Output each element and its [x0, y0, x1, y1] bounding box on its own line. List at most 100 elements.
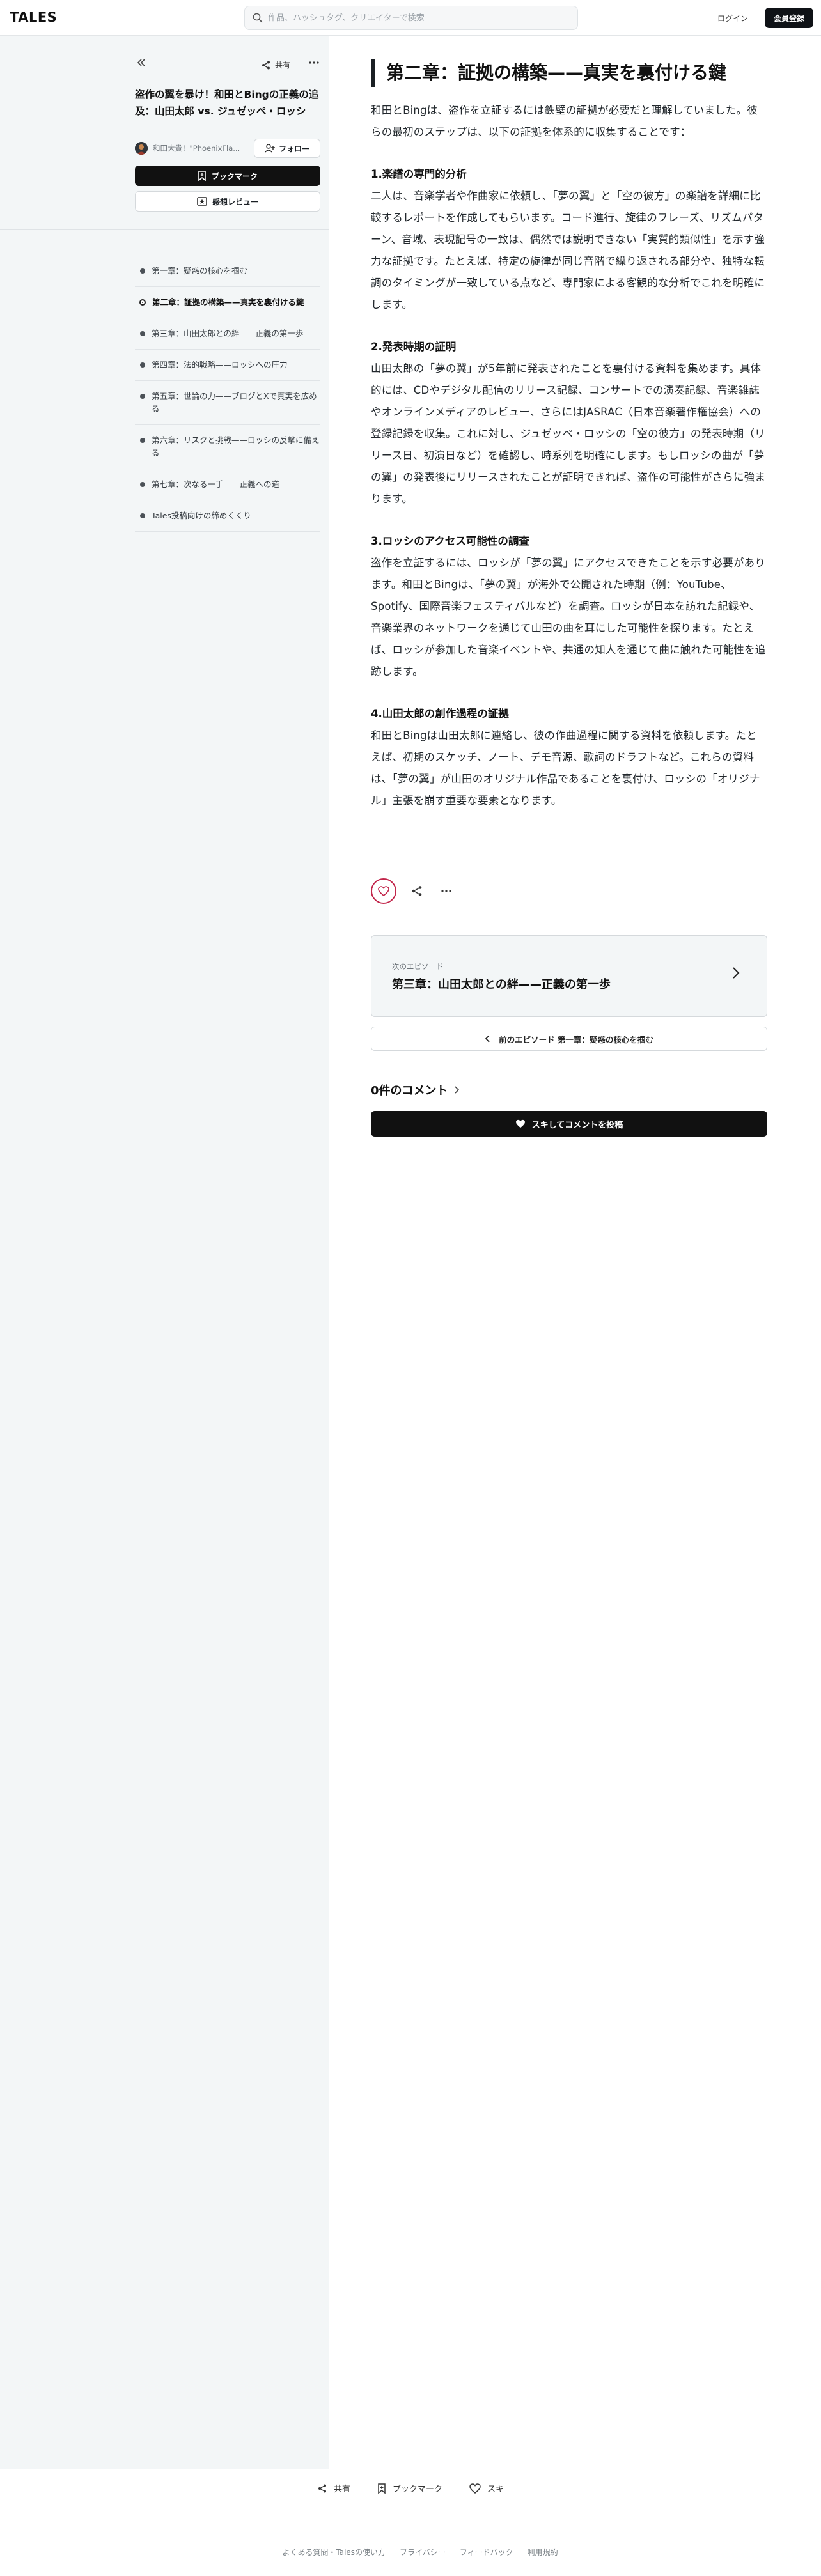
like-and-comment-button[interactable]: スキしてコメントを投稿 [371, 1111, 767, 1137]
follow-button[interactable]: フォロー [254, 139, 320, 158]
next-episode-title: 第三章：山田太郎との絆——正義の第一歩 [392, 978, 611, 991]
chevron-left-icon [485, 1035, 490, 1043]
toc-item-label: 第五章：世論の力——ブログとXで真実を広める [152, 391, 317, 414]
bullet-icon [140, 513, 145, 518]
bullet-icon [140, 331, 145, 336]
toc-item-current[interactable]: 第二章：証拠の構築——真実を裏付ける鍵 [135, 287, 320, 318]
review-icon [197, 197, 207, 206]
comments-heading[interactable]: 0件のコメント [371, 1082, 460, 1098]
section: 2.発表時期の証明 山田太郎の「夢の翼」が5年前に発表されたことを裏付ける資料を… [371, 336, 767, 510]
bottom-like-button[interactable]: スキ [469, 2482, 504, 2494]
toc-item[interactable]: 第四章：法的戦略——ロッシへの圧力 [135, 350, 320, 381]
site-logo[interactable]: TALES [10, 10, 57, 25]
footer-link-terms[interactable]: 利用規約 [528, 2547, 558, 2557]
chapter-title: 第二章：証拠の構築——真実を裏付ける鍵 [371, 59, 767, 87]
bottom-share-label: 共有 [333, 2485, 350, 2494]
next-episode-card[interactable]: 次のエピソード 第三章：山田太郎との絆——正義の第一歩 [371, 935, 767, 1017]
search-box[interactable] [244, 6, 578, 30]
bottom-bookmark-button[interactable]: ブックマーク [377, 2482, 442, 2494]
toc-item[interactable]: 第六章：リスクと挑戦——ロッシの反撃に備える [135, 425, 320, 469]
toc-item-label: 第七章：次なる一手——正義への道 [152, 479, 280, 489]
bullet-icon [140, 394, 145, 399]
more-options-button[interactable] [437, 882, 455, 900]
bookmark-button[interactable]: ブックマーク [135, 166, 320, 186]
section-heading: 4.山田太郎の創作過程の証拠 [371, 708, 509, 720]
episode-list: 第一章：疑惑の核心を掴む 第二章：証拠の構築——真実を裏付ける鍵 第三章：山田太… [135, 256, 320, 532]
intro-paragraph: 和田とBingは、盗作を立証するには鉄壁の証拠が必要だと理解していました。彼らの… [371, 104, 758, 138]
share-button[interactable] [408, 882, 426, 900]
bullet-icon [140, 268, 145, 274]
section-heading: 1.楽譜の専門的分析 [371, 168, 467, 180]
comments-count: 0件のコメント [371, 1084, 448, 1098]
section-body: 盗作を立証するには、ロッシが「夢の翼」にアクセスできたことを示す必要があります。… [371, 557, 766, 678]
section-body: 山田太郎の「夢の翼」が5年前に発表されたことを裏付ける資料を集めます。具体的には… [371, 362, 766, 505]
toc-item[interactable]: 第一章：疑惑の核心を掴む [135, 256, 320, 287]
sidebar: 共有 盗作の翼を暴け！和田とBingの正義の追及：山田太郎 vs. ジュゼッペ・… [0, 36, 329, 2469]
previous-episode-button[interactable]: 前のエピソード 第一章：疑惑の核心を掴む [371, 1027, 767, 1051]
section: 4.山田太郎の創作過程の証拠 和田とBingは山田太郎に連絡し、彼の作曲過程に関… [371, 703, 767, 812]
chevron-right-icon [732, 966, 740, 979]
search-input[interactable] [268, 13, 562, 23]
toc-item-label: Tales投稿向けの締めくくり [152, 511, 251, 520]
footer-links: よくある質問・Talesの使い方 プライバシー フィードバック 利用規約 [0, 2547, 821, 2557]
share-icon [261, 60, 271, 70]
episode-actions [371, 878, 455, 904]
bottom-like-label: スキ [487, 2485, 504, 2494]
toc-item[interactable]: Tales投稿向けの締めくくり [135, 500, 320, 532]
bullet-icon [140, 482, 145, 487]
toc-item-label: 第四章：法的戦略——ロッシへの圧力 [152, 360, 288, 369]
toc-item-label: 第二章：証拠の構築——真実を裏付ける鍵 [152, 297, 304, 307]
search-icon [253, 13, 263, 23]
sidebar-share-button[interactable]: 共有 [261, 59, 290, 70]
author-row: 和田大貴！"PhoenixFla... フォロー [135, 139, 320, 158]
top-header: TALES ログイン 会員登録 [0, 0, 821, 36]
bullet-icon [140, 362, 145, 368]
bookmark-icon [377, 2483, 386, 2494]
heart-icon [378, 886, 389, 896]
next-episode-label: 次のエピソード [392, 962, 444, 971]
login-button[interactable]: ログイン [708, 9, 757, 27]
heart-icon [515, 1119, 526, 1128]
current-bullet-icon [139, 299, 146, 306]
more-options-icon[interactable] [308, 57, 320, 68]
toc-item[interactable]: 第三章：山田太郎との絆——正義の第一歩 [135, 318, 320, 350]
heart-icon [469, 2483, 481, 2494]
review-label: 感想レビュー [212, 197, 258, 206]
bottom-action-bar: 共有 ブックマーク スキ [0, 2469, 821, 2507]
share-icon [317, 2483, 327, 2494]
work-title[interactable]: 盗作の翼を暴け！和田とBingの正義の追及：山田太郎 vs. ジュゼッペ・ロッシ [135, 86, 320, 120]
share-icon [411, 885, 423, 897]
footer-link-feedback[interactable]: フィードバック [460, 2547, 513, 2557]
more-icon [441, 889, 452, 893]
section-heading: 3.ロッシのアクセス可能性の調査 [371, 535, 529, 547]
section-body: 和田とBingは山田太郎に連絡し、彼の作曲過程に関する資料を依頼します。たとえば… [371, 729, 760, 807]
toc-item[interactable]: 第七章：次なる一手——正義への道 [135, 469, 320, 500]
review-button[interactable]: 感想レビュー [135, 191, 320, 212]
add-user-icon [265, 144, 275, 153]
section: 1.楽譜の専門的分析 二人は、音楽学者や作曲家に依頼し、「夢の翼」と「空の彼方」… [371, 164, 767, 316]
section: 3.ロッシのアクセス可能性の調査 盗作を立証するには、ロッシが「夢の翼」にアクセ… [371, 531, 767, 683]
signup-button[interactable]: 会員登録 [765, 8, 813, 28]
episode-body: 第二章：証拠の構築——真実を裏付ける鍵 和田とBingは、盗作を立証するには鉄壁… [371, 59, 767, 812]
sidebar-divider [0, 229, 329, 230]
author-name[interactable]: 和田大貴！"PhoenixFla... [153, 143, 250, 153]
like-button[interactable] [371, 878, 396, 904]
toc-item-label: 第三章：山田太郎との絆——正義の第一歩 [152, 329, 304, 338]
bottom-share-button[interactable]: 共有 [317, 2482, 350, 2494]
follow-label: フォロー [278, 144, 309, 153]
footer-link-help[interactable]: よくある質問・Talesの使い方 [282, 2547, 386, 2557]
bookmark-label: ブックマーク [211, 171, 258, 181]
chevron-right-icon [454, 1086, 460, 1094]
footer-link-privacy[interactable]: プライバシー [400, 2547, 446, 2557]
previous-episode-label: 前のエピソード 第一章：疑惑の核心を掴む [499, 1034, 653, 1044]
bullet-icon [140, 438, 145, 443]
sidebar-share-label: 共有 [275, 61, 291, 70]
bookmark-icon [198, 171, 207, 181]
comment-button-label: スキしてコメントを投稿 [531, 1120, 623, 1130]
author-avatar[interactable] [135, 142, 148, 155]
section-heading: 2.発表時期の証明 [371, 341, 457, 353]
bottom-bookmark-label: ブックマーク [392, 2485, 442, 2494]
collapse-sidebar-icon[interactable] [136, 57, 148, 70]
toc-item[interactable]: 第五章：世論の力——ブログとXで真実を広める [135, 381, 320, 425]
toc-item-label: 第一章：疑惑の核心を掴む [152, 266, 248, 275]
